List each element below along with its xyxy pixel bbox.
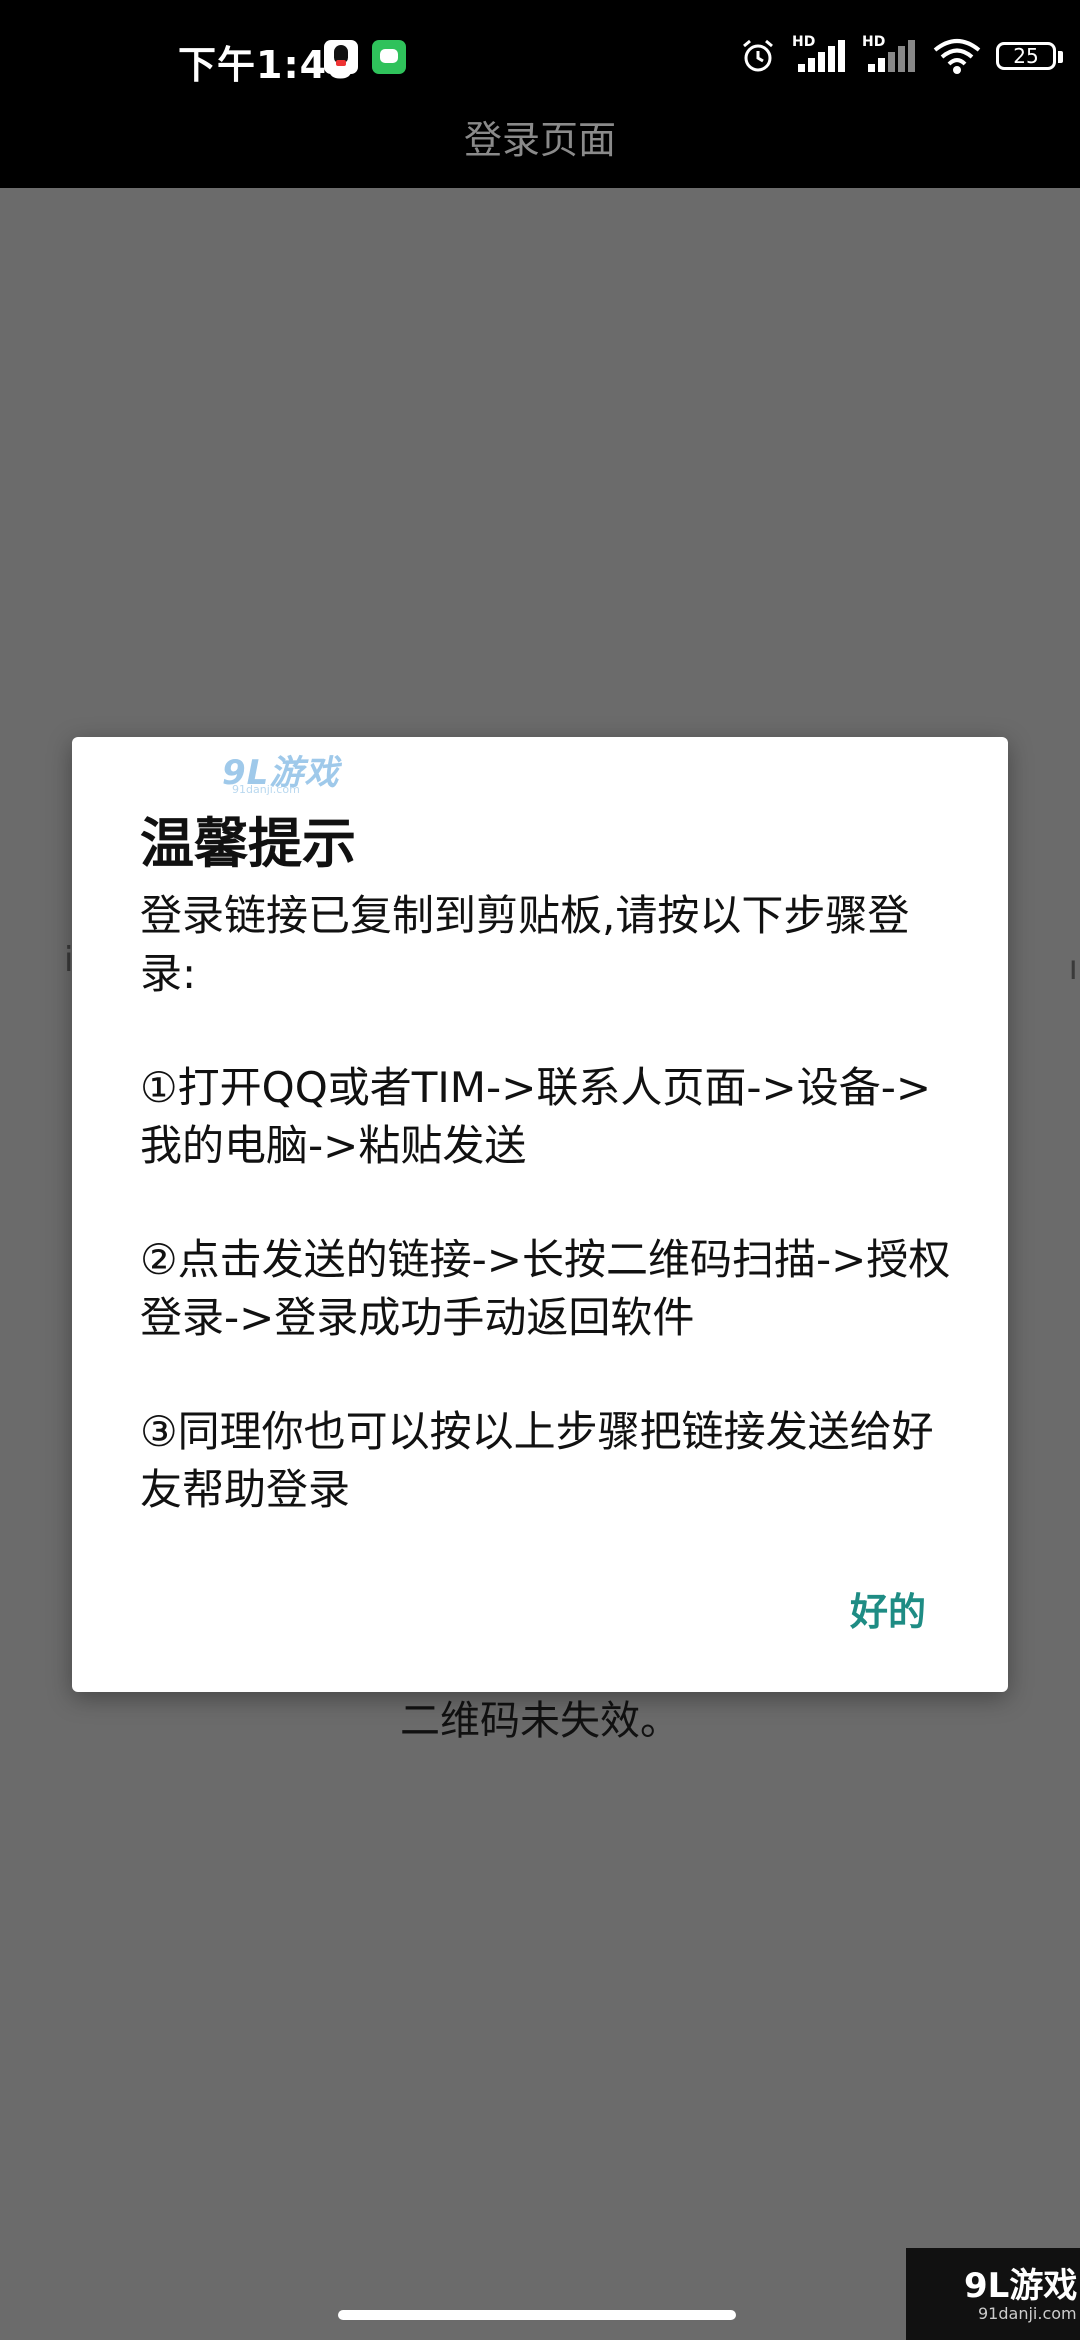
status-bar: 下午1:48 HD HD 25 [0, 0, 1080, 120]
ok-button[interactable]: 好的 [850, 1581, 926, 1636]
dialog-paragraph: ③同理你也可以按以上步骤把链接发送给好友帮助登录 [140, 1407, 934, 1514]
qr-status-text: 二维码未失效。 [400, 1698, 680, 1744]
watermark-url: 91danji.com [232, 783, 300, 796]
battery-icon: 25 [996, 42, 1056, 70]
page-title: 登录页面 [463, 118, 616, 162]
tips-dialog: 9L游戏 91danji.com 温馨提示 登录链接已复制到剪贴板,请按以下步骤… [72, 737, 1008, 1692]
dialog-title: 温馨提示 [140, 812, 356, 875]
signal-icon: HD [862, 34, 926, 76]
message-icon [372, 40, 406, 74]
dialog-message: 登录链接已复制到剪贴板,请按以下步骤登录: ①打开QQ或者TIM->联系人页面-… [140, 887, 960, 1575]
corner-logo-url: 91danji.com [978, 2304, 1077, 2323]
alarm-icon [743, 39, 773, 72]
background-text-fragment: ı [1068, 948, 1078, 988]
corner-logo-brand: 9L游戏 [964, 2266, 1078, 2306]
corner-logo: 9L游戏 91danji.com [906, 2248, 1080, 2340]
dialog-paragraph: ②点击发送的链接->长按二维码扫描->授权登录->登录成功手动返回软件 [140, 1235, 951, 1342]
qq-icon [324, 40, 358, 74]
dialog-paragraph: ①打开QQ或者TIM->联系人页面->设备->我的电脑->粘贴发送 [140, 1063, 932, 1170]
battery-tip [1058, 51, 1063, 63]
home-indicator[interactable] [338, 2310, 736, 2320]
system-icons: HD HD 25 [740, 0, 1080, 120]
signal-icon: HD [792, 34, 856, 76]
wifi-icon [933, 39, 981, 74]
dialog-paragraph: 登录链接已复制到剪贴板,请按以下步骤登录: [140, 891, 910, 998]
app-bar: 登录页面 [0, 120, 1080, 188]
